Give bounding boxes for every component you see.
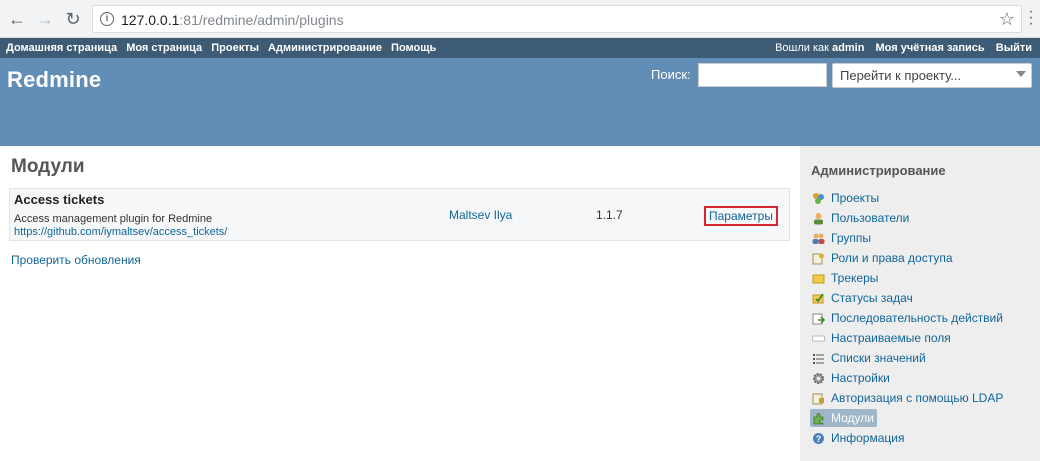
sidebar-item-label: Роли и права доступа [831,251,953,265]
sidebar-item-label: Настройки [831,371,890,385]
plugin-icon [813,413,824,425]
sidebar-item-label: Списки значений [831,351,926,365]
logged-as-label: Вошли как [775,42,829,54]
sidebar-item-trackers[interactable]: Трекеры [810,269,878,287]
app-title: Redmine [7,67,102,92]
plugin-version: 1.1.7 [596,208,623,222]
browser-menu-icon[interactable]: · · · [1026,4,1036,32]
sidebar-item-label: Группы [831,231,871,245]
my-account-link[interactable]: Моя учётная запись [876,42,985,54]
plugin-description: Access management plugin for Redmine [14,213,213,225]
check-updates-link[interactable]: Проверить обновления [11,253,141,267]
sidebar-item-issue-statuses[interactable]: Статусы задач [810,289,913,307]
sidebar-item-label: Трекеры [831,271,879,285]
gear-icon [813,373,824,384]
url-host: 127.0.0.1 [121,12,180,28]
sidebar-item-information[interactable]: ? Информация [810,429,904,447]
logout-link[interactable]: Выйти [996,42,1032,54]
info-icon[interactable]: i [100,12,114,26]
sidebar-item-enumerations[interactable]: Списки значений [810,349,926,367]
sidebar-item-ldap[interactable]: Авторизация с помощью LDAP [810,389,1003,407]
sidebar-item-label: Авторизация с помощью LDAP [831,391,1004,405]
svg-text:?: ? [816,434,822,444]
logged-as-user[interactable]: admin [832,42,864,54]
user-icon [814,213,823,225]
top-menu-administration[interactable]: Администрирование [268,42,382,54]
sidebar-item-label: Проекты [831,191,880,205]
sidebar-item-roles[interactable]: Роли и права доступа [810,249,953,267]
top-menu-my-page[interactable]: Моя страница [126,42,202,54]
plugin-configure-link[interactable]: Параметры [704,206,778,226]
top-menu-help[interactable]: Помощь [391,42,436,54]
info-icon: ? [813,433,824,444]
sidebar-item-label: Статусы задач [831,291,913,305]
chevron-down-icon [1016,71,1026,77]
sidebar-item-plugins[interactable]: Модули [810,409,877,427]
list-icon [813,354,824,364]
search-label: Поиск: [651,67,691,82]
search-input[interactable] [698,63,827,87]
top-menu-left: Домашняя страница Моя страница Проекты А… [6,42,442,54]
project-jump-placeholder: Перейти к проекту... [840,68,962,83]
top-menu-home[interactable]: Домашняя страница [6,42,117,54]
plugin-url-link[interactable]: https://github.com/iymaltsev/access_tick… [14,226,227,238]
custom-fields-icon [812,335,825,342]
sidebar-item-label: Информация [831,431,905,445]
sidebar-item-label: Последовательность действий [831,311,1003,325]
address-bar[interactable]: i 127.0.0.1:81/redmine/admin/plugins ☆ [92,5,1022,33]
sidebar-item-workflows[interactable]: Последовательность действий [810,309,1003,327]
reload-icon[interactable]: ↻ [62,8,84,30]
header: Redmine Поиск: Перейти к проекту... [0,58,1040,146]
top-menu-projects[interactable]: Проекты [211,42,259,54]
page-title: Модули [11,156,85,177]
url-path: :81/redmine/admin/plugins [179,12,344,28]
group-icon [812,233,825,244]
logged-as: Вошли как admin [775,42,864,54]
plugin-name: Access tickets [14,192,105,207]
project-jump-select[interactable]: Перейти к проекту... [832,63,1032,88]
roles-icon [812,253,824,265]
plugin-row: Access tickets Access management plugin … [9,188,790,241]
sidebar-item-users[interactable]: Пользователи [810,209,909,227]
url-text[interactable]: 127.0.0.1:81/redmine/admin/plugins [121,12,344,28]
plugin-author-link[interactable]: Maltsev Ilya [449,208,512,222]
sidebar-title: Администрирование [811,163,946,178]
issue-status-icon [812,293,824,304]
forward-arrow-icon[interactable]: → [34,8,56,30]
sidebar-item-projects[interactable]: Проекты [810,189,879,207]
tracker-icon [812,274,825,284]
sidebar: Администрирование Проекты Пользователи Г… [800,146,1040,461]
sidebar-item-custom-fields[interactable]: Настраиваемые поля [810,329,951,347]
projects-icon [813,193,824,204]
sidebar-item-settings[interactable]: Настройки [810,369,890,387]
bookmark-star-icon[interactable]: ☆ [999,9,1015,30]
sidebar-item-groups[interactable]: Группы [810,229,871,247]
sidebar-item-label: Пользователи [831,211,910,225]
workflow-icon [812,313,825,325]
main-content: Модули Access tickets Access management … [0,146,800,461]
top-menu-right: Вошли как admin Моя учётная запись Выйти [775,42,1032,54]
sidebar-item-label: Модули [831,411,874,425]
sidebar-item-label: Настраиваемые поля [831,331,951,345]
back-arrow-icon[interactable]: ← [6,8,28,30]
ldap-icon [812,393,824,405]
browser-toolbar: ← → ↻ i 127.0.0.1:81/redmine/admin/plugi… [0,0,1040,38]
top-menu: Домашняя страница Моя страница Проекты А… [0,38,1040,58]
